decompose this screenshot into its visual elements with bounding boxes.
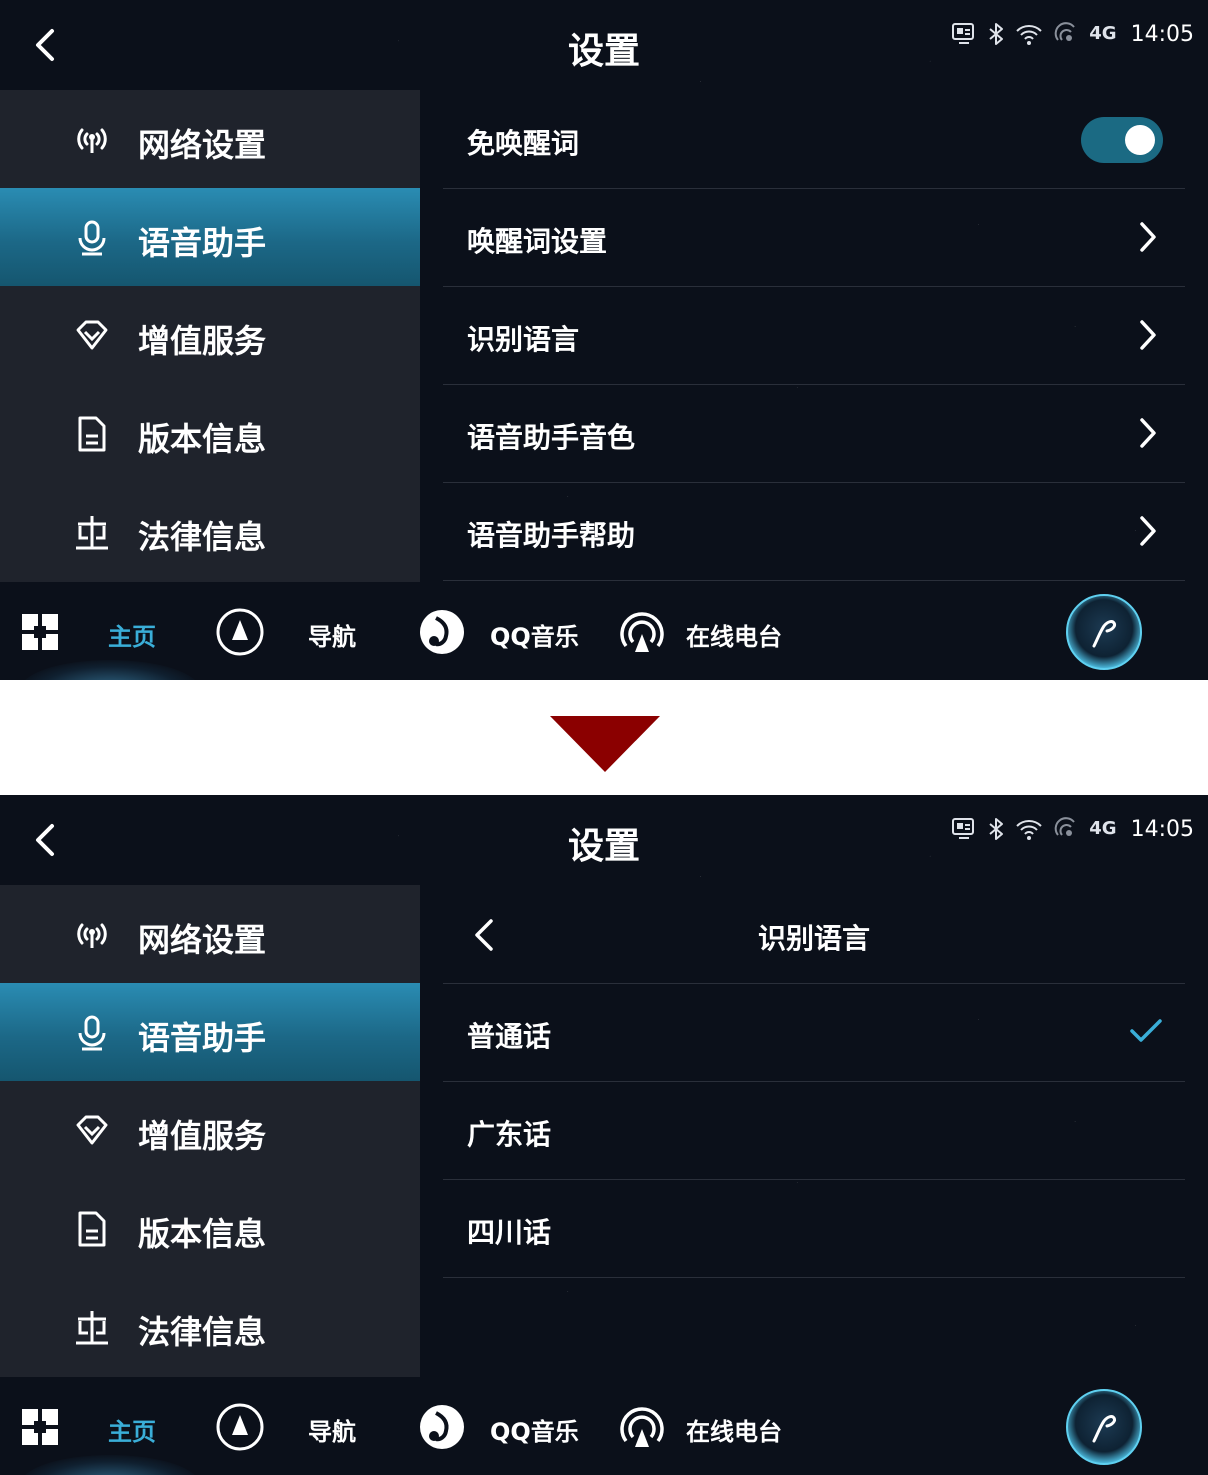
screen-cast-icon [952,23,975,44]
settings-screen-language: 设置 4G 14:05 网络设置 语音助手 增值服务 版本信息 法律信息 识别语… [0,795,1208,1475]
navigation-icon[interactable] [214,1401,266,1453]
row-label: 免唤醒词 [467,127,580,160]
sidebar-item-version[interactable]: 版本信息 [0,384,420,482]
row-label: 唤醒词设置 [467,225,608,258]
sidebar-item-label: 法律信息 [138,1313,267,1351]
row-label: 语音助手帮助 [467,519,636,552]
scale-icon [76,1311,108,1345]
sidebar-item-network[interactable]: 网络设置 [0,885,420,983]
status-bar: 4G 14:05 [951,815,1194,843]
nav-qq-music[interactable]: QQ音乐 [490,617,579,652]
check-icon [1130,1019,1162,1042]
grid-home-icon[interactable] [18,1401,70,1453]
hotspot-icon [1054,22,1076,41]
navigation-icon[interactable] [214,606,266,658]
nav-navigation[interactable]: 导航 [308,1412,356,1447]
sidebar-item-label: 版本信息 [138,1215,267,1253]
voice-assistant-orb-icon[interactable] [1064,1387,1144,1467]
nav-online-radio[interactable]: 在线电台 [686,1412,782,1447]
sidebar-item-label: 版本信息 [138,420,267,458]
settings-content: 免唤醒词 唤醒词设置 识别语言 语音助手音色 语音助手帮助 [421,90,1208,582]
chevron-right-icon [1140,320,1156,350]
clock: 14:05 [1130,816,1194,842]
network-indicator: 4G [1089,818,1117,839]
nav-navigation[interactable]: 导航 [308,617,356,652]
sidebar-item-legal[interactable]: 法律信息 [0,482,420,580]
clock: 14:05 [1130,21,1194,47]
row-recognition-language[interactable]: 识别语言 [443,286,1185,385]
nav-online-radio[interactable]: 在线电台 [686,617,782,652]
settings-sidebar: 网络设置 语音助手 增值服务 版本信息 法律信息 [0,90,420,582]
sidebar-item-label: 增值服务 [138,1117,267,1155]
bluetooth-icon [989,818,1004,840]
wifi-icon [1016,25,1042,45]
chevron-right-icon [1140,418,1156,448]
radio-icon[interactable] [616,606,668,658]
diamond-icon [76,320,108,350]
qq-music-icon[interactable] [416,1401,468,1453]
row-wake-word-settings[interactable]: 唤醒词设置 [443,188,1185,287]
sidebar-item-voice-assistant[interactable]: 语音助手 [0,188,420,286]
voice-assistant-orb-icon[interactable] [1064,592,1144,672]
settings-sidebar: 网络设置 语音助手 增值服务 版本信息 法律信息 [0,885,420,1377]
diamond-icon [76,1115,108,1145]
sidebar-item-label: 网络设置 [138,126,267,164]
wifi-icon [1016,820,1042,840]
row-label: 识别语言 [467,323,580,356]
row-voice-timbre[interactable]: 语音助手音色 [443,384,1185,483]
language-option-mandarin[interactable]: 普通话 [443,983,1185,1082]
antenna-icon [77,923,107,948]
language-option-sichuanese[interactable]: 四川话 [443,1179,1185,1278]
radio-icon[interactable] [616,1401,668,1453]
qq-music-icon[interactable] [416,606,468,658]
grid-home-icon[interactable] [18,606,70,658]
sidebar-item-label: 语音助手 [138,224,267,262]
bluetooth-icon [989,23,1004,45]
document-icon [78,416,106,452]
sidebar-item-voice-assistant[interactable]: 语音助手 [0,983,420,1081]
sidebar-item-version[interactable]: 版本信息 [0,1179,420,1277]
option-label: 普通话 [467,1020,552,1053]
nav-qq-music[interactable]: QQ音乐 [490,1412,579,1447]
microphone-icon [78,1015,106,1051]
transition-arrow-icon [550,716,660,772]
scale-icon [76,516,108,550]
option-label: 四川话 [467,1216,552,1249]
sidebar-item-value-added[interactable]: 增值服务 [0,1081,420,1179]
top-bar: 设置 4G 14:05 [0,0,1208,90]
bottom-nav: 主页 导航 QQ音乐 在线电台 [0,582,1208,680]
language-content: 识别语言 普通话 广东话 四川话 [421,885,1208,1377]
nav-home[interactable]: 主页 [108,617,156,652]
chevron-right-icon [1140,516,1156,546]
sidebar-item-value-added[interactable]: 增值服务 [0,286,420,384]
sidebar-item-label: 语音助手 [138,1019,267,1057]
wake-free-toggle[interactable] [1081,117,1163,163]
network-indicator: 4G [1089,23,1117,44]
row-wake-free: 免唤醒词 [443,90,1185,189]
top-bar: 设置 4G 14:05 [0,795,1208,885]
row-label: 语音助手音色 [467,421,636,454]
sidebar-item-network[interactable]: 网络设置 [0,90,420,188]
status-bar: 4G 14:05 [951,20,1194,48]
toggle-knob [1125,125,1155,155]
microphone-icon [78,220,106,256]
screen-cast-icon [952,818,975,839]
language-option-cantonese[interactable]: 广东话 [443,1081,1185,1180]
sidebar-item-label: 增值服务 [138,322,267,360]
chevron-right-icon [1140,222,1156,252]
sub-page-header: 识别语言 [443,885,1185,984]
option-label: 广东话 [467,1118,552,1151]
document-icon [78,1211,106,1247]
antenna-icon [77,128,107,153]
sidebar-item-legal[interactable]: 法律信息 [0,1277,420,1375]
settings-screen-main: 设置 4G 14:05 网络设置 语音助手 增值服务 版本信息 法律信息 免唤醒… [0,0,1208,680]
bottom-nav: 主页 导航 QQ音乐 在线电台 [0,1377,1208,1475]
row-voice-help[interactable]: 语音助手帮助 [443,482,1185,581]
sidebar-item-label: 网络设置 [138,921,267,959]
sidebar-item-label: 法律信息 [138,518,267,556]
nav-home[interactable]: 主页 [108,1412,156,1447]
sub-page-title: 识别语言 [757,922,870,955]
hotspot-icon [1054,817,1076,836]
